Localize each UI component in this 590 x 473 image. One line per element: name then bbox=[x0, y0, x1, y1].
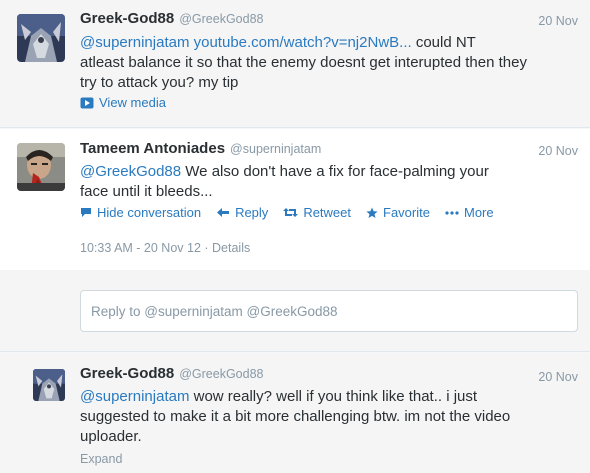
tweet-time[interactable]: 20 Nov bbox=[538, 14, 578, 28]
mention-link[interactable]: @superninjatam bbox=[80, 34, 189, 51]
avatar[interactable] bbox=[17, 14, 65, 62]
author-handle[interactable]: @superninjatam bbox=[230, 142, 321, 156]
url-link[interactable]: youtube.com/watch?v=nj2NwB... bbox=[194, 34, 412, 51]
tweet-text-line3: try to attack you? my tip bbox=[80, 74, 239, 91]
retweet-label: Retweet bbox=[303, 205, 352, 220]
reply-input[interactable]: Reply to @superninjatam @GreekGod88 bbox=[80, 290, 578, 332]
avatar[interactable] bbox=[33, 369, 65, 401]
avatar[interactable] bbox=[17, 143, 65, 191]
favorite-label: Favorite bbox=[383, 205, 430, 220]
reply-button[interactable]: Reply bbox=[216, 205, 268, 220]
star-icon bbox=[366, 207, 378, 218]
author-handle[interactable]: @GreekGod88 bbox=[179, 367, 263, 381]
speech-bubble-icon bbox=[81, 208, 91, 217]
reply-arrow-icon bbox=[217, 208, 230, 217]
tweet-timestamp[interactable]: 10:33 AM - 20 Nov 12 bbox=[80, 241, 201, 255]
more-button[interactable]: More bbox=[445, 205, 494, 220]
play-icon bbox=[80, 97, 94, 108]
author-name[interactable]: Greek-God88 bbox=[80, 365, 174, 382]
tweet-text-line1: We also don't have a fix for face-palmin… bbox=[181, 163, 489, 180]
tweet-header: Greek-God88 @GreekGod88 bbox=[80, 365, 263, 385]
tweet-text: @superninjatam youtube.com/watch?v=nj2Nw… bbox=[80, 33, 580, 93]
tweet-text-line1: could NT bbox=[411, 34, 476, 51]
hide-conversation-label: Hide conversation bbox=[97, 205, 202, 220]
favorite-button[interactable]: Favorite bbox=[366, 205, 430, 220]
mention-link[interactable]: @superninjatam bbox=[80, 388, 189, 405]
tweet-text: @GreekGod88 We also don't have a fix for… bbox=[80, 162, 580, 202]
tweet-header: Tameem Antoniades @superninjatam bbox=[80, 140, 321, 160]
tweet-time[interactable]: 20 Nov bbox=[538, 144, 578, 158]
tweet-text-line2: atleast balance it so that the enemy doe… bbox=[80, 54, 527, 71]
tweet-text-line3: uploader. bbox=[80, 428, 142, 445]
tweet-time[interactable]: 20 Nov bbox=[538, 370, 578, 384]
reply-label: Reply bbox=[235, 205, 269, 220]
view-media-link[interactable]: View media bbox=[80, 95, 166, 110]
details-link[interactable]: Details bbox=[212, 241, 250, 255]
tweet-1[interactable]: Greek-God88 @GreekGod88 20 Nov @supernin… bbox=[0, 0, 590, 128]
expand-link[interactable]: Expand bbox=[80, 452, 122, 466]
retweet-button[interactable]: Retweet bbox=[283, 205, 351, 220]
author-name[interactable]: Tameem Antoniades bbox=[80, 140, 225, 157]
tweet-meta: 10:33 AM - 20 Nov 12 · Details bbox=[80, 241, 250, 255]
reply-area: Reply to @superninjatam @GreekGod88 bbox=[0, 270, 590, 352]
tweet-actions: Hide conversation Reply Retweet Favorite bbox=[80, 205, 509, 220]
author-handle[interactable]: @GreekGod88 bbox=[179, 12, 263, 26]
meta-separator: · bbox=[204, 241, 213, 255]
tweet-text-line1: wow really? well if you think like that.… bbox=[189, 388, 478, 405]
retweet-icon bbox=[283, 208, 299, 217]
tweet-header: Greek-God88 @GreekGod88 bbox=[80, 10, 263, 30]
author-name[interactable]: Greek-God88 bbox=[80, 10, 174, 27]
view-media-label: View media bbox=[99, 95, 166, 110]
tweet-3[interactable]: Greek-God88 @GreekGod88 20 Nov @supernin… bbox=[0, 353, 590, 473]
hide-conversation-button[interactable]: Hide conversation bbox=[80, 205, 201, 220]
mention-link[interactable]: @GreekGod88 bbox=[80, 163, 181, 180]
tweet-text-line2: suggested to make it a bit more challeng… bbox=[80, 408, 511, 425]
tweet-text-line2: face until it bleeds... bbox=[80, 183, 213, 200]
more-dots-icon bbox=[445, 210, 459, 215]
tweet-2[interactable]: Tameem Antoniades @superninjatam 20 Nov … bbox=[0, 129, 590, 270]
more-label: More bbox=[463, 205, 494, 220]
tweet-text: @superninjatam wow really? well if you t… bbox=[80, 387, 580, 447]
